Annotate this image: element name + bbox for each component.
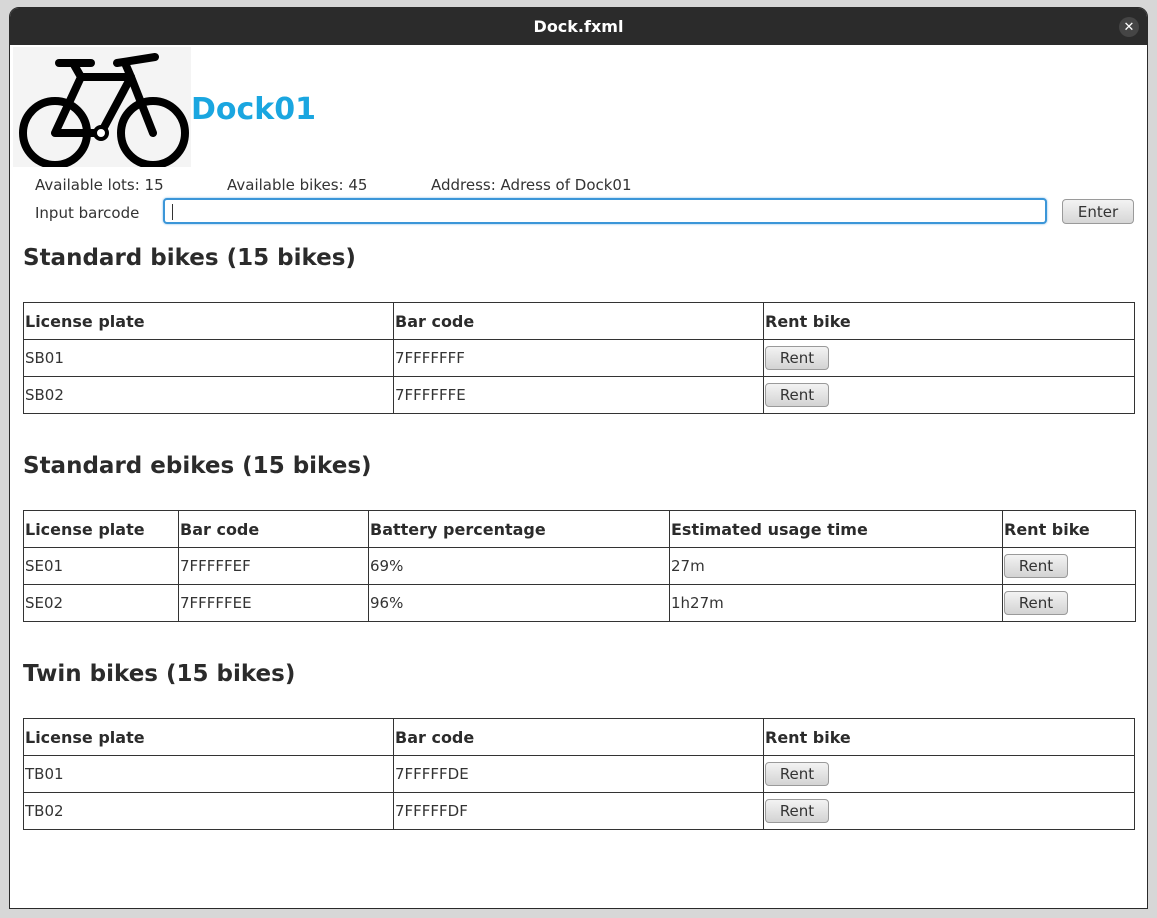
column-header: Battery percentage	[368, 510, 670, 548]
barcode-input[interactable]	[163, 198, 1047, 224]
table-row: SB02 7FFFFFFE Rent	[23, 376, 1135, 414]
table-header-row: License plate Bar code Rent bike	[23, 718, 1135, 756]
bar-code: 7FFFFFDF	[393, 792, 764, 830]
twin-bikes-title: Twin bikes (15 bikes)	[23, 661, 296, 687]
barcode-label: Input barcode	[35, 204, 140, 222]
dock-address: Address: Adress of Dock01	[431, 176, 632, 194]
rent-button[interactable]: Rent	[765, 762, 829, 786]
bar-code: 7FFFFFFF	[393, 339, 764, 377]
close-button[interactable]: ✕	[1119, 17, 1139, 37]
bar-code: 7FFFFFDE	[393, 755, 764, 793]
standard-ebikes-title: Standard ebikes (15 bikes)	[23, 453, 372, 479]
battery-percentage: 96%	[368, 584, 670, 622]
table-header-row: License plate Bar code Rent bike	[23, 302, 1135, 340]
table-row: TB01 7FFFFFDE Rent	[23, 755, 1135, 793]
rent-button[interactable]: Rent	[765, 346, 829, 370]
rent-button[interactable]: Rent	[1004, 554, 1068, 578]
column-header: Rent bike	[1002, 510, 1136, 548]
column-header: Bar code	[178, 510, 369, 548]
dock-content: Dock01 Available lots: 15 Available bike…	[10, 45, 1147, 908]
window-title: Dock.fxml	[533, 17, 624, 36]
table-row: SB01 7FFFFFFF Rent	[23, 339, 1135, 377]
bicycle-icon	[13, 47, 191, 169]
close-icon: ✕	[1123, 19, 1135, 35]
bar-code: 7FFFFFFE	[393, 376, 764, 414]
standard-ebikes-table: License plate Bar code Battery percentag…	[23, 510, 1136, 622]
rent-cell: Rent	[1002, 584, 1136, 622]
estimated-usage-time: 1h27m	[669, 584, 1003, 622]
rent-button[interactable]: Rent	[765, 383, 829, 407]
table-row: SE02 7FFFFFEE 96% 1h27m Rent	[23, 584, 1136, 622]
rent-cell: Rent	[763, 376, 1135, 414]
table-header-row: License plate Bar code Battery percentag…	[23, 510, 1136, 548]
license-plate: SE02	[23, 584, 179, 622]
available-bikes: Available bikes: 45	[227, 176, 368, 194]
column-header: License plate	[23, 510, 179, 548]
battery-percentage: 69%	[368, 547, 670, 585]
license-plate: SE01	[23, 547, 179, 585]
standard-bikes-table: License plate Bar code Rent bike SB01 7F…	[23, 302, 1135, 414]
title-bar: Dock.fxml ✕	[10, 8, 1147, 45]
column-header: Bar code	[393, 302, 764, 340]
column-header: License plate	[23, 718, 394, 756]
rent-cell: Rent	[763, 792, 1135, 830]
license-plate: TB01	[23, 755, 394, 793]
license-plate: TB02	[23, 792, 394, 830]
dock-window: Dock.fxml ✕ Dock01 Available lots: 15 Av…	[9, 7, 1148, 909]
bar-code: 7FFFFFEE	[178, 584, 369, 622]
bar-code: 7FFFFFEF	[178, 547, 369, 585]
license-plate: SB02	[23, 376, 394, 414]
rent-button[interactable]: Rent	[1004, 591, 1068, 615]
available-lots: Available lots: 15	[35, 176, 164, 194]
estimated-usage-time: 27m	[669, 547, 1003, 585]
column-header: Bar code	[393, 718, 764, 756]
column-header: Rent bike	[763, 302, 1135, 340]
text-caret	[172, 204, 173, 220]
rent-cell: Rent	[1002, 547, 1136, 585]
column-header: Rent bike	[763, 718, 1135, 756]
twin-bikes-table: License plate Bar code Rent bike TB01 7F…	[23, 718, 1135, 830]
standard-bikes-title: Standard bikes (15 bikes)	[23, 245, 356, 271]
table-row: TB02 7FFFFFDF Rent	[23, 792, 1135, 830]
rent-cell: Rent	[763, 339, 1135, 377]
rent-cell: Rent	[763, 755, 1135, 793]
license-plate: SB01	[23, 339, 394, 377]
enter-button[interactable]: Enter	[1062, 199, 1134, 224]
column-header: License plate	[23, 302, 394, 340]
column-header: Estimated usage time	[669, 510, 1003, 548]
table-row: SE01 7FFFFFEF 69% 27m Rent	[23, 547, 1136, 585]
rent-button[interactable]: Rent	[765, 799, 829, 823]
dock-name: Dock01	[191, 92, 316, 127]
